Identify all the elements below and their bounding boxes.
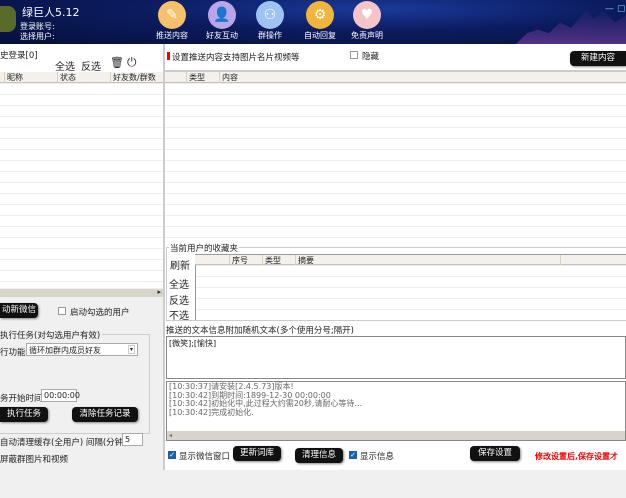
favorites-table-body[interactable] [195, 265, 626, 320]
maximize-button[interactable]: ▢ [617, 4, 626, 14]
column-status[interactable]: 状态 [57, 72, 76, 83]
clear-info-button[interactable]: 清理信息 [295, 448, 343, 463]
hide-checkbox[interactable] [350, 51, 358, 59]
log-hscrollbar[interactable]: ◂ [167, 431, 625, 440]
column-content[interactable]: 内容 [219, 72, 238, 83]
content-table-body[interactable] [165, 83, 626, 239]
nav-label: 群操作 [258, 31, 282, 40]
nav-label: 推送内容 [156, 31, 188, 40]
favorites-select-all-button[interactable]: 全选 [169, 276, 189, 291]
app-logo [0, 6, 16, 32]
start-time-label: 务开始时间 [0, 394, 43, 404]
nav-friend-interaction[interactable]: 👤 好友互动 [197, 0, 247, 44]
group-icon: ⚇ [256, 1, 284, 29]
start-time-input[interactable]: 00:00:00 [41, 389, 80, 402]
new-content-button[interactable]: 新建内容 [570, 51, 626, 66]
column-nickname[interactable]: 昵称 [4, 72, 23, 83]
execute-task-button[interactable]: 执行任务 [0, 407, 48, 422]
save-notice: 修改设置后,保存设置才 [535, 452, 619, 461]
random-text-input[interactable]: [微笑];[愉快] [166, 336, 626, 379]
history-login-label: 史登录[0] [0, 51, 38, 61]
start-new-wechat-button[interactable]: 动新微信 [0, 303, 38, 318]
start-checked-checkbox[interactable] [58, 307, 66, 315]
user-table-hscrollbar[interactable]: ▸ [0, 288, 163, 297]
select-user-label: 选择用户: [20, 32, 55, 41]
heart-hand-icon: ♥ [353, 1, 381, 29]
right-panel: 设置推送内容支持图片名片视频等 隐藏 新建内容 类型 内容 当前用户的收藏夹 刷… [165, 44, 626, 470]
clear-task-records-button[interactable]: 清除任务记录 [72, 407, 138, 422]
favorites-none-button[interactable]: 不选 [169, 307, 189, 322]
user-icon: 👤 [208, 1, 236, 29]
nav-label: 免责声明 [351, 31, 383, 40]
app-title: 绿巨人5.12 [22, 6, 80, 19]
user-table-header: 昵称 状态 好友数/群数 [0, 72, 163, 83]
content-table-header: 类型 内容 [165, 72, 626, 83]
auto-clean-label: 自动清理缓存(全用户) 间隔(分钟) [0, 438, 127, 448]
column-type[interactable]: 类型 [186, 72, 205, 83]
edit-icon: ✎ [158, 1, 186, 29]
refresh-button[interactable]: 刷新 [170, 257, 190, 272]
show-info-label: 显示信息 [360, 452, 395, 462]
nav-group-operations[interactable]: ⚇ 群操作 [245, 0, 295, 44]
favorites-invert-button[interactable]: 反选 [169, 292, 189, 307]
show-wechat-window-checkbox[interactable]: ✓ [168, 451, 176, 459]
power-icon[interactable]: ⏻ [127, 55, 137, 70]
nav-auto-reply[interactable]: ⚙ 自动回复 [295, 0, 345, 44]
auto-reply-icon: ⚙ [306, 1, 334, 29]
trash-icon[interactable]: 🗑 [110, 56, 124, 69]
log-area[interactable]: [10:30:37]请安装[2.4.5.73]版本! [10:30:42]到期时间… [166, 381, 626, 441]
nav-label: 好友互动 [206, 31, 238, 40]
column-friends-groups[interactable]: 好友数/群数 [110, 72, 156, 83]
nav-disclaimer[interactable]: ♥ 免责声明 [342, 0, 392, 44]
block-media-label[interactable]: 屏蔽群图片和视频 [0, 453, 68, 465]
select-all-button[interactable]: 全选 [55, 58, 75, 73]
nav-push-content[interactable]: ✎ 推送内容 [147, 0, 197, 44]
random-text-label: 推送的文本信息附加随机文本(多个使用分号;隔开) [166, 326, 354, 336]
task-group-title: 执行任务(对勾选用户有效) [0, 329, 103, 341]
log-line: [10:30:42]完成初始化. [169, 407, 254, 417]
update-lexicon-button[interactable]: 更新词库 [233, 446, 281, 461]
function-select-value: 循环加群内成员好友 [29, 346, 101, 355]
nav-label: 自动回复 [304, 31, 336, 40]
favorites-title: 当前用户的收藏夹 [169, 242, 240, 254]
hide-label: 隐藏 [362, 52, 380, 62]
save-settings-button[interactable]: 保存设置 [470, 446, 520, 461]
push-content-hint: 设置推送内容支持图片名片视频等 [172, 53, 300, 63]
minimize-button[interactable]: — [605, 4, 614, 14]
user-table-body[interactable] [0, 83, 163, 288]
left-panel: 史登录[0] 全选 反选 🗑 ⏻ 昵称 状态 好友数/群数 ▸ 动新微信 启动勾… [0, 44, 163, 498]
show-wechat-window-label: 显示微信窗口 [179, 452, 231, 462]
interval-input[interactable]: 5 [122, 433, 143, 446]
chevron-down-icon: ▾ [127, 345, 135, 354]
invert-select-button[interactable]: 反选 [81, 58, 101, 73]
show-info-checkbox[interactable]: ✓ [349, 451, 357, 459]
function-select[interactable]: 循环加群内成员好友 ▾ [26, 343, 138, 356]
hint-marker [167, 52, 170, 60]
start-checked-label: 启动勾选的用户 [70, 308, 130, 318]
function-label: 行功能 [0, 348, 26, 358]
favorites-table-header: 序号 类型 摘要 [195, 254, 626, 266]
